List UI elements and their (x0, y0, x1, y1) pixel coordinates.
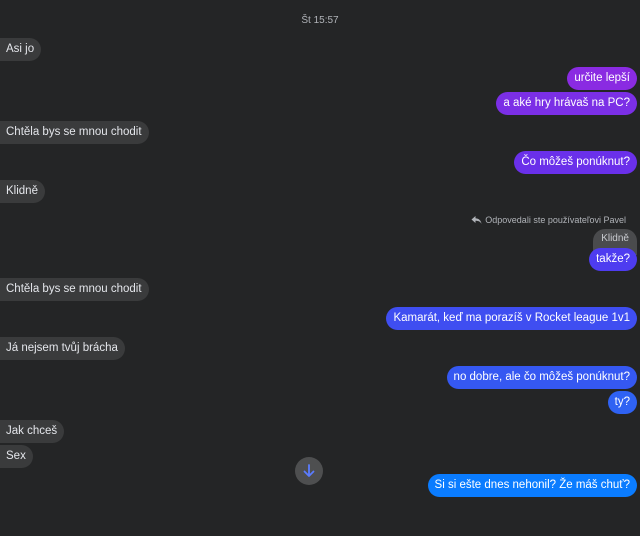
message-incoming[interactable]: Klidně (0, 180, 45, 203)
message-incoming[interactable]: Asi jo (0, 38, 42, 61)
message-incoming[interactable]: Chtěla bys se mnou chodit (0, 121, 149, 144)
arrow-down-icon (303, 464, 315, 477)
message-outgoing[interactable]: no dobre, ale čo môžeš ponúknut? (446, 366, 637, 389)
message-outgoing[interactable]: Kamarát, keď ma porazíš v Rocket league … (386, 307, 637, 330)
message-outgoing[interactable]: ty? (607, 391, 637, 414)
message-outgoing[interactable]: a aké hry hrávaš na PC? (496, 92, 637, 115)
scroll-to-bottom-button[interactable] (295, 457, 323, 485)
message-outgoing[interactable]: Si si ešte dnes nehonil? Že máš chuť? (427, 474, 637, 497)
message-outgoing[interactable]: Čo môžeš ponúknut? (514, 151, 637, 174)
message-incoming[interactable]: Jak chceš (0, 420, 65, 443)
message-outgoing[interactable]: určite lepší (567, 67, 637, 90)
message-incoming[interactable]: Chtěla bys se mnou chodit (0, 278, 149, 301)
message-incoming[interactable]: Já nejsem tvůj brácha (0, 337, 125, 360)
reply-note-text: Odpovedali ste používateľovi Pavel (485, 215, 626, 225)
message-outgoing[interactable]: takže? (589, 248, 637, 271)
message-incoming[interactable]: Sex (0, 445, 33, 468)
timestamp: Št 15:57 (301, 15, 339, 26)
reply-arrow-icon (471, 216, 482, 224)
reply-note: Odpovedali ste používateľovi Pavel (471, 214, 626, 226)
